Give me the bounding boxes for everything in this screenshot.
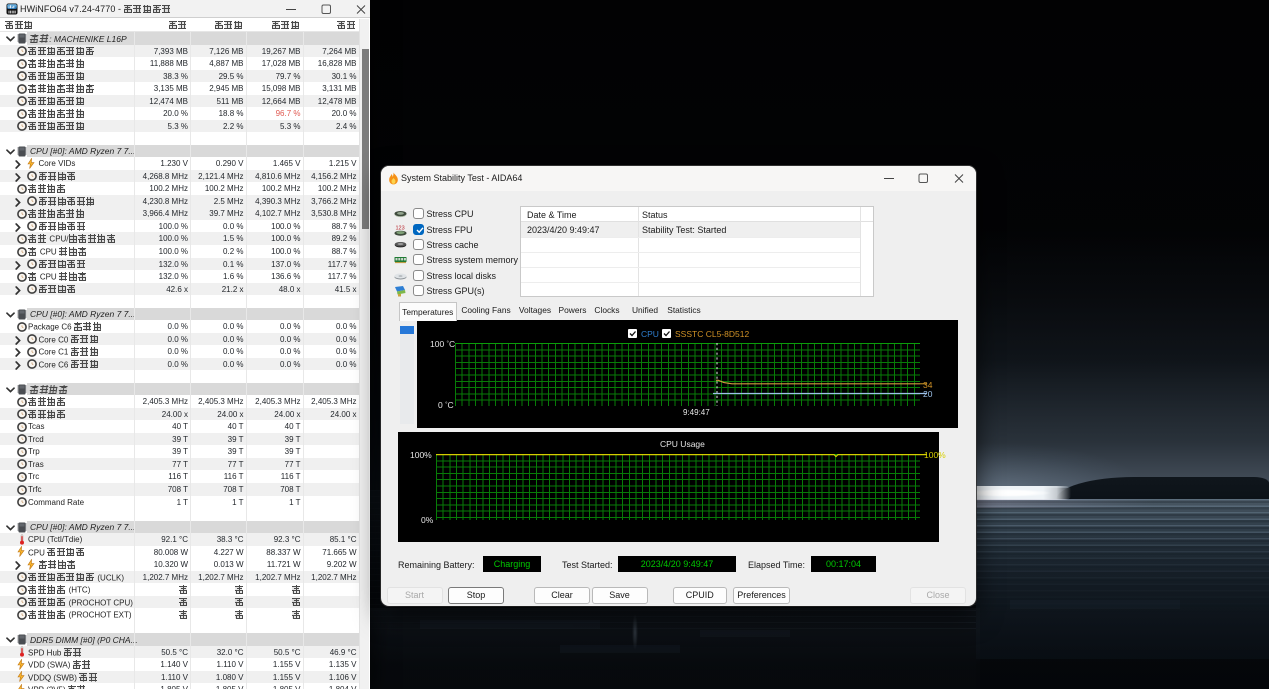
svg-text:123: 123 [396,225,405,231]
